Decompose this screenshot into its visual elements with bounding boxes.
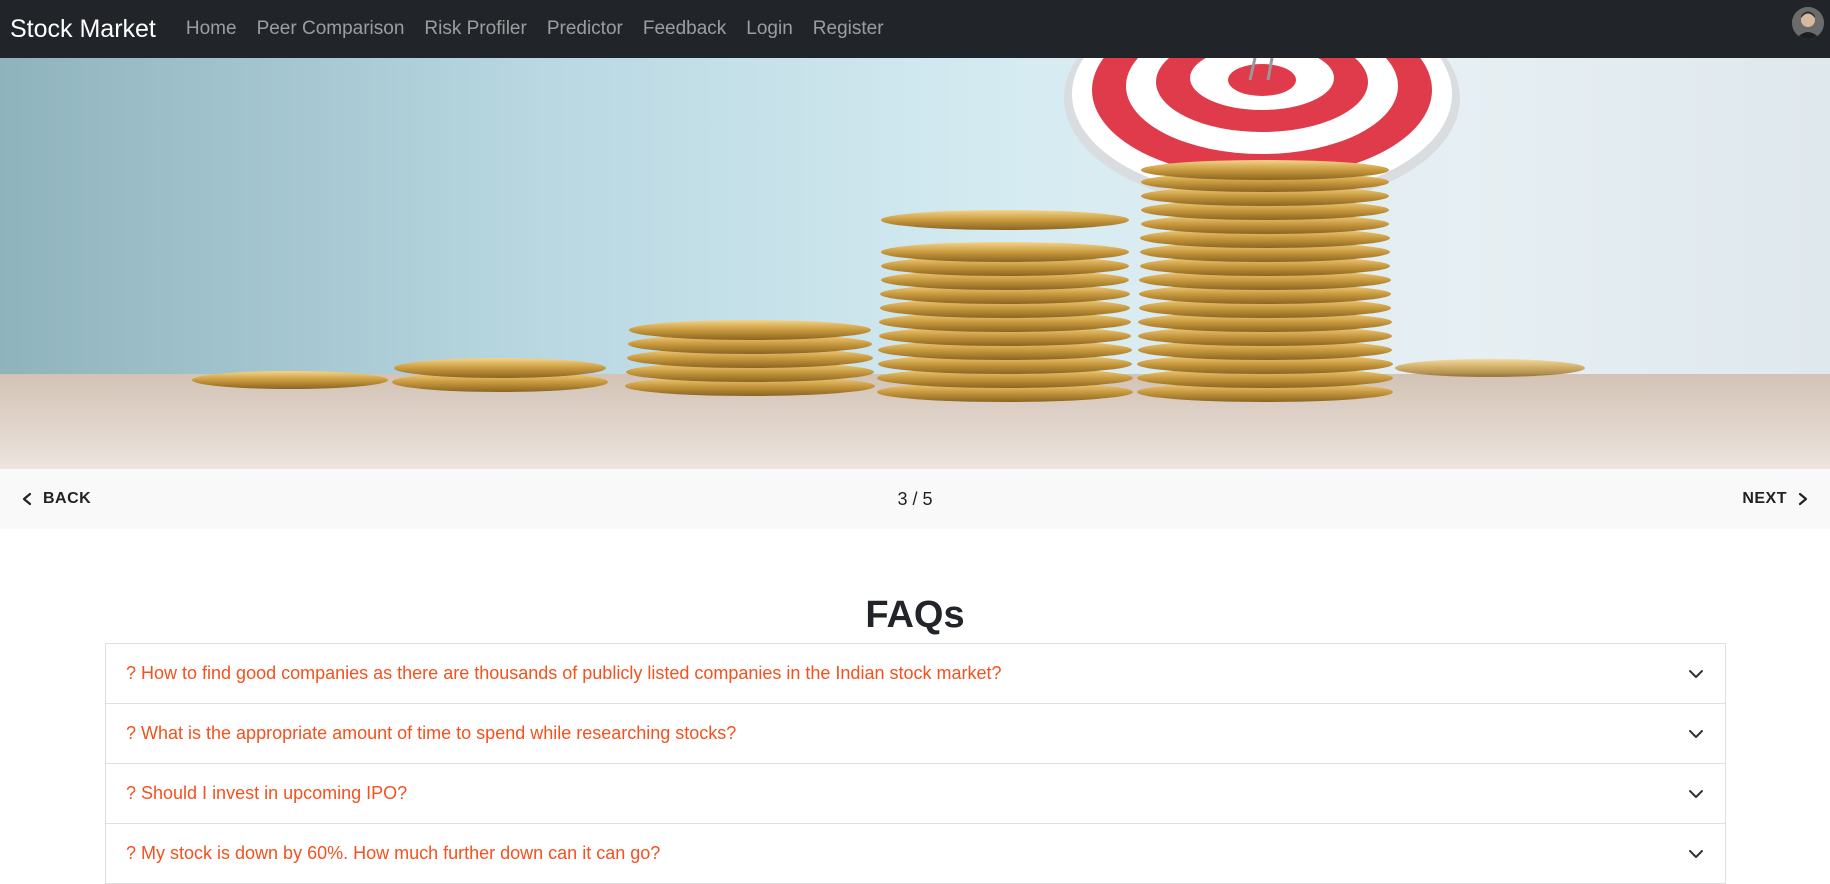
faq-title: FAQs — [865, 594, 965, 636]
nav-link-home[interactable]: Home — [176, 18, 247, 40]
chevron-right-icon — [1798, 492, 1808, 506]
nav-link-register[interactable]: Register — [803, 18, 894, 40]
nav-link-login[interactable]: Login — [736, 18, 803, 40]
carousel-page-indicator: 3 / 5 — [897, 489, 933, 509]
faq-item[interactable]: ? How to find good companies as there ar… — [106, 644, 1725, 704]
chevron-down-icon — [1689, 789, 1703, 798]
faq-question: ? How to find good companies as there ar… — [126, 663, 1002, 683]
avatar[interactable] — [1792, 7, 1824, 39]
next-button[interactable]: NEXT — [1742, 469, 1810, 529]
hero-carousel — [0, 58, 1830, 469]
nav-link-risk-profiler[interactable]: Risk Profiler — [414, 18, 536, 40]
faq-question: ? What is the appropriate amount of time… — [126, 723, 737, 743]
top-navbar: Stock Market Home Peer Comparison Risk P… — [0, 0, 1830, 58]
nav-link-feedback[interactable]: Feedback — [633, 18, 736, 40]
faq-question: ? Should I invest in upcoming IPO? — [126, 783, 408, 803]
nav-links: Home Peer Comparison Risk Profiler Predi… — [176, 18, 894, 40]
faq-item[interactable]: ? What is the appropriate amount of time… — [106, 704, 1725, 764]
user-avatar-icon — [1792, 7, 1824, 39]
faq-item[interactable]: ? Should I invest in upcoming IPO? — [106, 764, 1725, 824]
nav-link-predictor[interactable]: Predictor — [537, 18, 633, 40]
faq-question: ? My stock is down by 60%. How much furt… — [126, 843, 661, 863]
brand-logo[interactable]: Stock Market — [10, 15, 156, 44]
chevron-down-icon — [1689, 669, 1703, 678]
carousel-controls: BACK 3 / 5 NEXT — [0, 469, 1830, 529]
nav-link-peer-comparison[interactable]: Peer Comparison — [247, 18, 415, 40]
next-label: NEXT — [1742, 490, 1787, 507]
coins-target-image — [192, 58, 1585, 402]
chevron-down-icon — [1689, 849, 1703, 858]
faq-item[interactable]: ? My stock is down by 60%. How much furt… — [106, 824, 1725, 884]
chevron-down-icon — [1689, 729, 1703, 738]
faq-accordion: ? How to find good companies as there ar… — [105, 643, 1726, 884]
